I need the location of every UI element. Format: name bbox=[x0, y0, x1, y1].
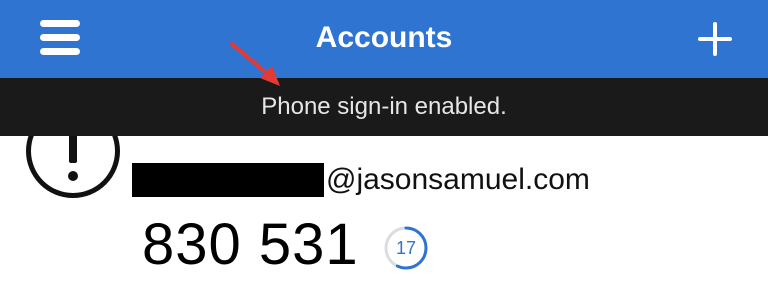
account-email-domain: @jasonsamuel.com bbox=[326, 163, 590, 196]
redacted-email-box bbox=[132, 163, 324, 197]
add-account-plus-icon[interactable] bbox=[698, 22, 732, 56]
timer-seconds: 17 bbox=[395, 238, 417, 258]
page-title: Accounts bbox=[315, 21, 453, 54]
countdown-timer: 17 bbox=[382, 224, 430, 272]
red-arrow-annotation-icon bbox=[230, 42, 280, 86]
toast-notification: Phone sign-in enabled. bbox=[0, 78, 768, 136]
toast-message: Phone sign-in enabled. bbox=[261, 93, 507, 120]
app-header: Accounts bbox=[0, 0, 768, 78]
otp-code[interactable]: 830 531 bbox=[142, 210, 359, 280]
alert-dot bbox=[68, 171, 78, 181]
